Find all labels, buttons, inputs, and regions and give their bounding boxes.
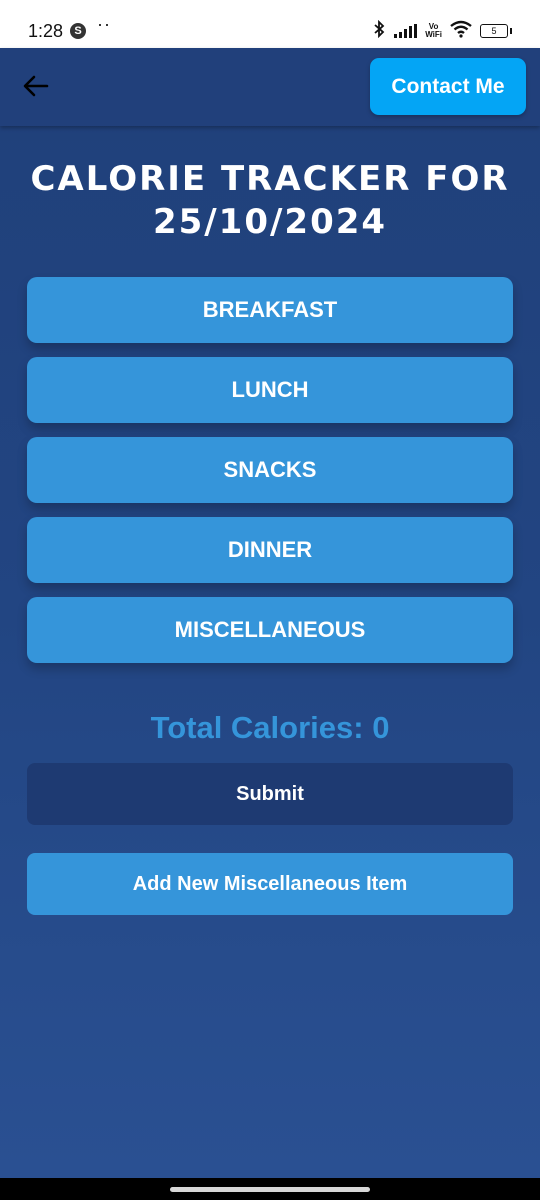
more-notifications-icon: ·· [97, 14, 111, 34]
battery-icon: 5 [480, 24, 512, 38]
system-nav-bar [0, 1178, 540, 1200]
breakfast-button[interactable]: BREAKFAST [27, 277, 513, 343]
status-icons: Vo WiFi 5 [372, 19, 512, 43]
cell-signal-icon [394, 24, 418, 38]
wifi-icon [450, 20, 472, 43]
status-bar: 1:28 S ·· Vo WiFi 5 [0, 0, 540, 48]
app-screen: Contact Me CALORIE TRACKER FOR 25/10/202… [0, 48, 540, 1178]
page-title: CALORIE TRACKER FOR 25/10/2024 [30, 159, 510, 242]
total-calories-text: Total Calories: 0 [150, 710, 390, 745]
home-indicator[interactable] [170, 1187, 370, 1192]
miscellaneous-button[interactable]: MISCELLANEOUS [27, 597, 513, 663]
arrow-left-icon[interactable] [22, 72, 50, 100]
contact-me-button[interactable]: Contact Me [370, 58, 526, 115]
submit-button[interactable]: Submit [27, 763, 513, 825]
meal-list: BREAKFAST LUNCH SNACKS DINNER MISCELLANE… [27, 277, 513, 677]
lunch-button[interactable]: LUNCH [27, 357, 513, 423]
snacks-button[interactable]: SNACKS [27, 437, 513, 503]
vowifi-icon: Vo WiFi [425, 23, 442, 39]
dinner-button[interactable]: DINNER [27, 517, 513, 583]
add-miscellaneous-item-button[interactable]: Add New Miscellaneous Item [27, 853, 513, 915]
notification-s-icon: S [70, 23, 86, 39]
app-bar: Contact Me [0, 48, 540, 126]
vowifi-bottom: WiFi [425, 30, 442, 39]
status-time: 1:28 [28, 21, 64, 41]
bluetooth-icon [372, 19, 386, 43]
